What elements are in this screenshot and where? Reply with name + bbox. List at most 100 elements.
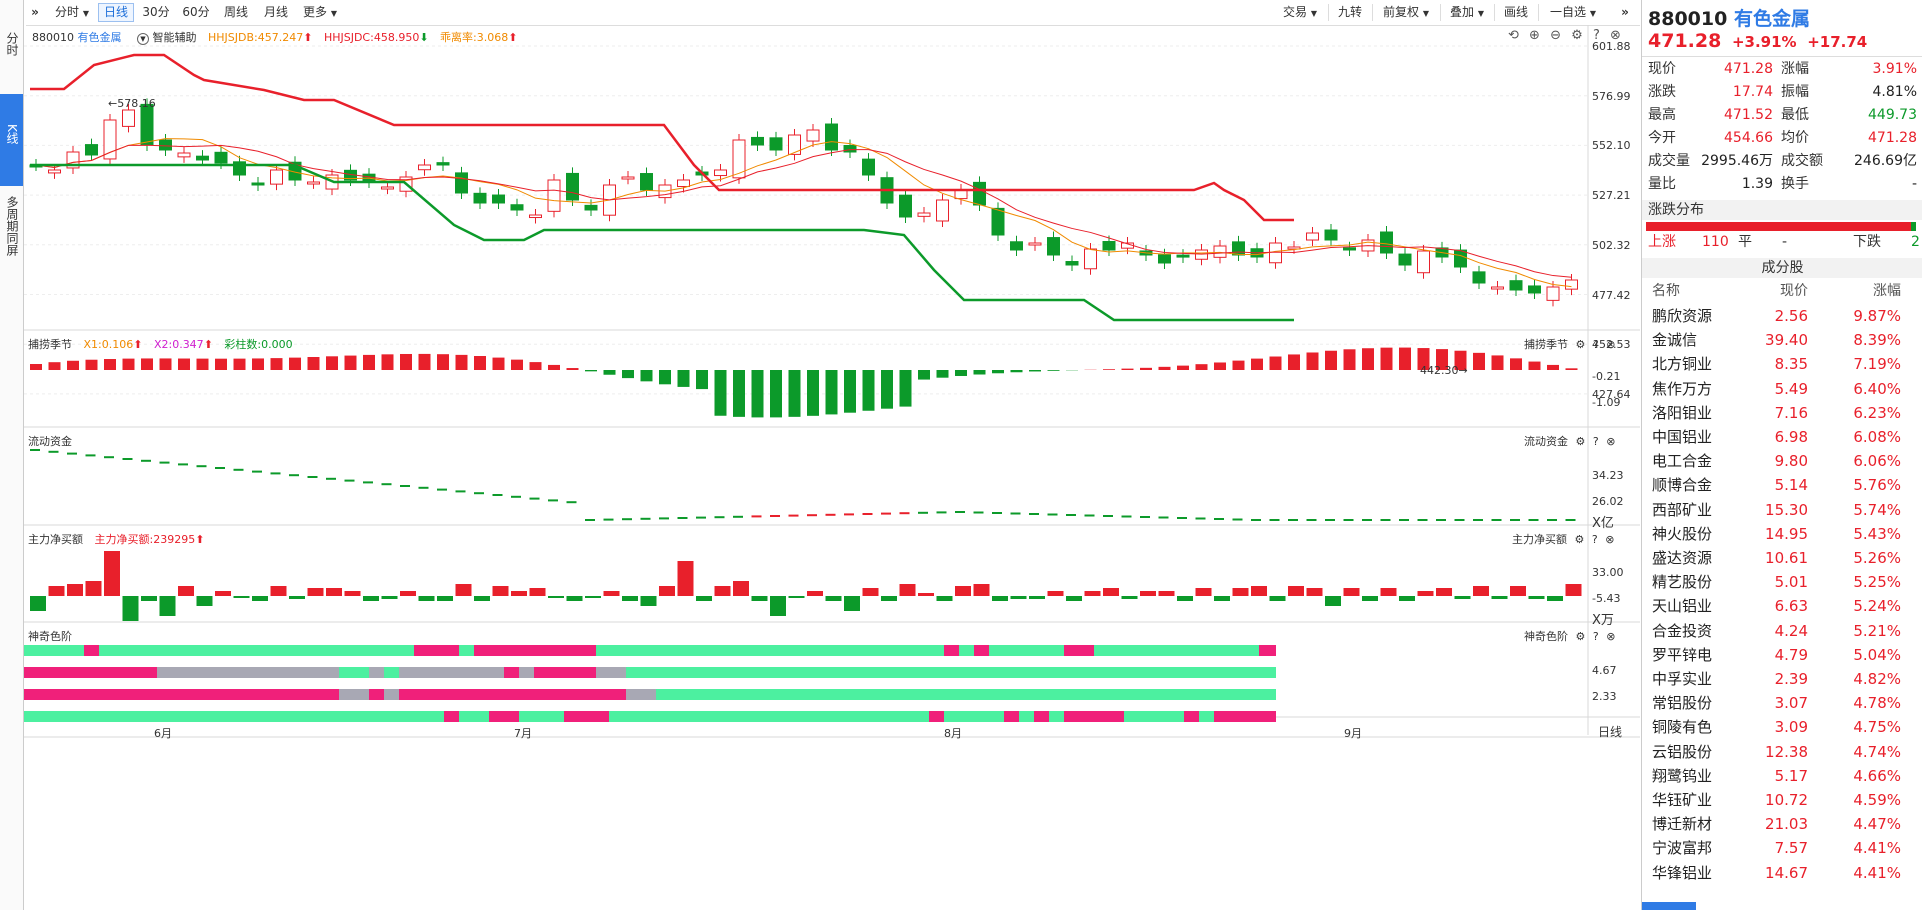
constituent-row[interactable]: 博迁新材21.034.47% [1642, 812, 1922, 836]
panel4-bar [548, 596, 564, 598]
close-icon[interactable]: ⊗ [1606, 338, 1615, 351]
tab-weekly[interactable]: 周线 [218, 3, 254, 22]
panel2-bar [992, 370, 1004, 373]
color-band-segment [1124, 711, 1184, 722]
constituent-row[interactable]: 鹏欣资源2.569.87% [1642, 304, 1922, 328]
fenshi-dropdown[interactable]: 分时 ▼ [50, 3, 94, 22]
refresh-icon[interactable]: ⟲ [1508, 28, 1519, 43]
settings-icon[interactable]: ⚙ [1576, 338, 1586, 351]
close-icon[interactable]: ⊗ [1605, 533, 1614, 546]
constituent-row[interactable]: 铜陵有色3.094.75% [1642, 715, 1922, 739]
color-band-segment [157, 667, 339, 678]
constituent-row[interactable]: 中国铝业6.986.08% [1642, 425, 1922, 449]
constituent-row[interactable]: 金诚信39.408.39% [1642, 328, 1922, 352]
constituent-row[interactable]: 北方铜业8.357.19% [1642, 352, 1922, 376]
toolbar-divider [1538, 4, 1539, 21]
constituent-row[interactable]: 顺博合金5.145.76% [1642, 473, 1922, 497]
quote-price-line: 471.28 +3.91% +17.74 [1648, 30, 1867, 52]
jiuzhuan-button[interactable]: 九转 [1332, 3, 1368, 22]
down-count: 2 [1911, 232, 1920, 252]
constituent-row[interactable]: 合金投资4.245.21% [1642, 619, 1922, 643]
panel4-bar [659, 586, 675, 596]
tab-60min[interactable]: 60分 [178, 3, 214, 22]
collapse-right-icon[interactable]: » [1616, 3, 1634, 22]
draw-button[interactable]: 画线 [1498, 3, 1534, 22]
settings-icon[interactable]: ⚙ [1571, 28, 1583, 43]
constituent-row[interactable]: 精艺股份5.015.25% [1642, 570, 1922, 594]
assist-toggle[interactable]: ▼ 智能辅助 [137, 31, 197, 44]
candle-body [752, 137, 764, 145]
constituent-row[interactable]: 焦作万方5.496.40% [1642, 377, 1922, 401]
help-icon[interactable]: ? [1593, 630, 1599, 643]
constituent-row[interactable]: 罗平锌电4.795.04% [1642, 643, 1922, 667]
close-icon[interactable]: ⊗ [1606, 435, 1615, 448]
settings-icon[interactable]: ⚙ [1576, 435, 1586, 448]
settings-icon[interactable]: ⚙ [1576, 630, 1586, 643]
color-band-segment [369, 689, 384, 700]
constituent-name: 神火股份 [1652, 522, 1712, 546]
quote-value: 449.73 [1868, 104, 1917, 127]
panel2-bar [400, 354, 412, 370]
collapse-left-icon[interactable]: » [26, 3, 44, 22]
close-icon[interactable]: ⊗ [1606, 630, 1615, 643]
candle-body [1048, 238, 1060, 255]
constituent-row[interactable]: 西部矿业15.305.74% [1642, 498, 1922, 522]
quote-value: - [1912, 173, 1917, 196]
panel2-bar [1159, 367, 1171, 370]
panel3-right-header: 流动资金 ⚙ ? ⊗ [1524, 433, 1615, 449]
more-dropdown[interactable]: 更多 ▼ [298, 3, 342, 22]
constituent-row[interactable]: 常铝股份3.074.78% [1642, 691, 1922, 715]
constituent-name: 洛阳钼业 [1652, 401, 1712, 425]
help-icon[interactable]: ? [1592, 533, 1598, 546]
constituent-row[interactable]: 电工合金9.806.06% [1642, 449, 1922, 473]
xaxis-period-label[interactable]: 日线 [1598, 723, 1622, 740]
col-price[interactable]: 现价 [1780, 280, 1808, 302]
panel4-bar [770, 596, 786, 616]
side-tab-multi-period[interactable]: 多周期同屏 [0, 192, 23, 282]
quote-key: 成交额 [1781, 150, 1823, 173]
tab-monthly[interactable]: 月线 [258, 3, 294, 22]
panel-tab-indicator[interactable] [1642, 902, 1696, 910]
adjust-dropdown[interactable]: 前复权 ▼ [1376, 3, 1436, 22]
col-name[interactable]: 名称 [1652, 280, 1680, 302]
panel4-bar [715, 586, 731, 596]
constituent-name: 焦作万方 [1652, 377, 1712, 401]
quote-pct: +3.91% [1732, 33, 1797, 51]
panel4-bar [1307, 588, 1323, 596]
settings-icon[interactable]: ⚙ [1575, 533, 1585, 546]
kline-chart-area[interactable]: 880010 有色金属 ▼ 智能辅助 HHJSJDB:457.247⬆ HHJS… [24, 25, 1640, 910]
tab-30min[interactable]: 30分 [138, 3, 174, 22]
constituent-row[interactable]: 宁波富邦7.574.41% [1642, 836, 1922, 860]
constituent-row[interactable]: 天山铝业6.635.24% [1642, 594, 1922, 618]
panel2-bar [1103, 369, 1115, 370]
overlay-dropdown[interactable]: 叠加 ▼ [1444, 3, 1490, 22]
panel4-right-header: 主力净买额 ⚙ ? ⊗ [1512, 531, 1614, 547]
candle-body [1085, 249, 1097, 269]
panel2-bar [1270, 357, 1282, 370]
quote-row: 涨跌17.74振幅4.81% [1642, 81, 1922, 104]
constituent-row[interactable]: 洛阳钼业7.166.23% [1642, 401, 1922, 425]
add-icon[interactable]: ⊕ [1529, 28, 1540, 43]
constituent-row[interactable]: 华钰矿业10.724.59% [1642, 788, 1922, 812]
constituent-row[interactable]: 云铝股份12.384.74% [1642, 740, 1922, 764]
constituent-row[interactable]: 翔鹭钨业5.174.66% [1642, 764, 1922, 788]
watchlist-dropdown[interactable]: 一自选 ▼ [1542, 3, 1604, 22]
panel4-bar [1011, 596, 1027, 599]
constituent-row[interactable]: 盛达资源10.615.26% [1642, 546, 1922, 570]
constituent-price: 14.95 [1765, 522, 1808, 546]
side-tab-fenshi[interactable]: 分时 [0, 28, 23, 78]
candle-body [585, 205, 597, 210]
candle-body [1196, 250, 1208, 259]
col-pct[interactable]: 涨幅 [1873, 280, 1901, 302]
trade-dropdown[interactable]: 交易 ▼ [1276, 3, 1324, 22]
constituent-row[interactable]: 神火股份14.955.43% [1642, 522, 1922, 546]
help-icon[interactable]: ? [1593, 435, 1599, 448]
minus-icon[interactable]: ⊖ [1550, 28, 1561, 43]
side-tab-kxian[interactable]: K线 [0, 94, 23, 186]
constituent-row[interactable]: 华锋铝业14.674.41% [1642, 861, 1922, 885]
constituent-row[interactable]: 中孚实业2.394.82% [1642, 667, 1922, 691]
constituent-name: 云铝股份 [1652, 740, 1712, 764]
candle-body [1011, 242, 1023, 250]
tab-rixian[interactable]: 日线 [98, 3, 134, 22]
help-icon[interactable]: ? [1593, 338, 1599, 351]
